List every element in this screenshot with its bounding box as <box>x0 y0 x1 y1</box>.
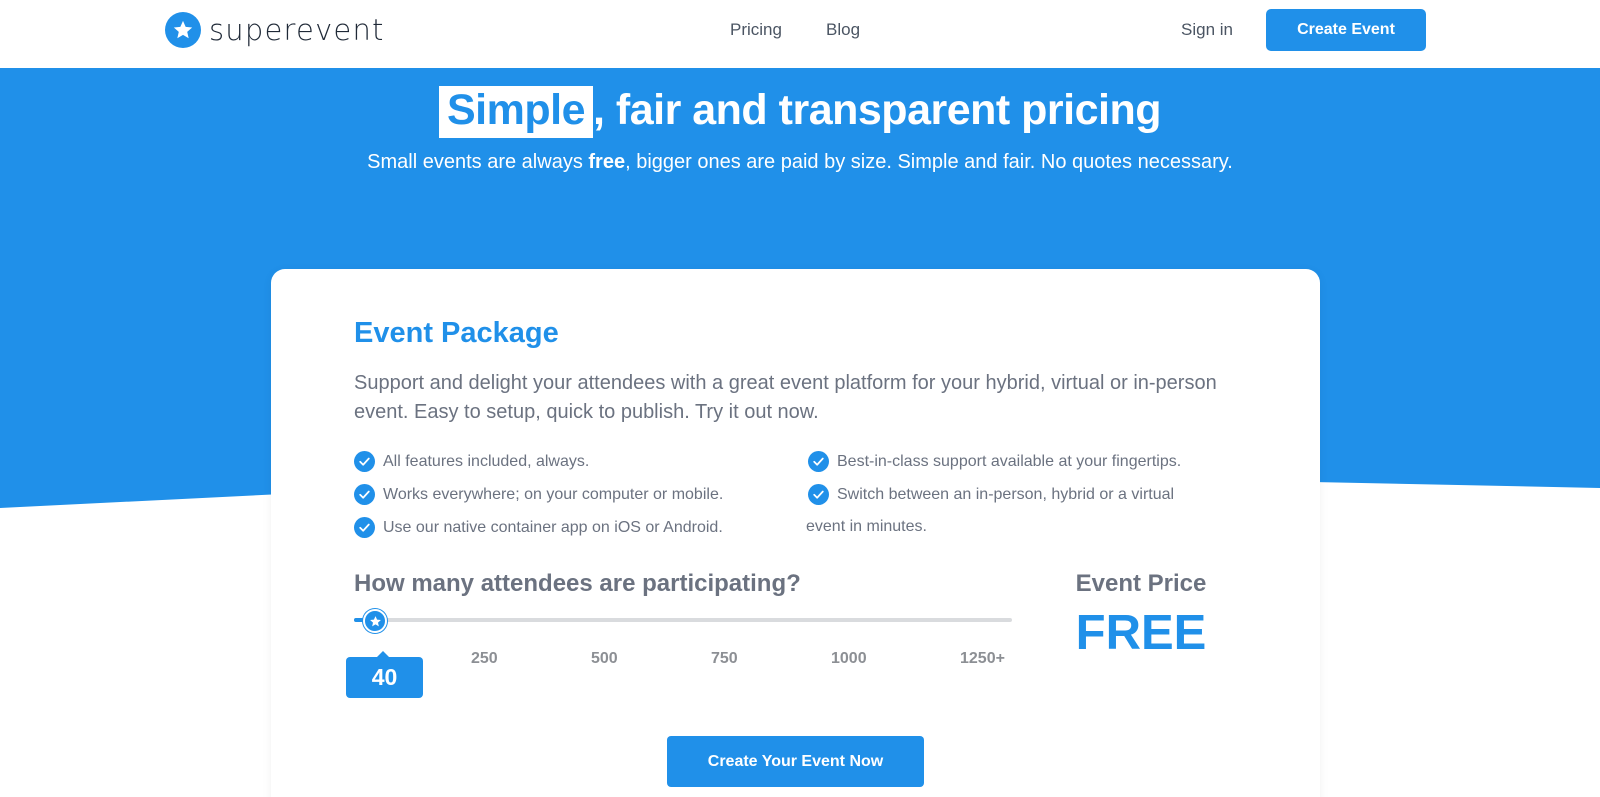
attendees-slider-handle[interactable] <box>363 609 388 633</box>
subtitle-bold: free <box>588 151 626 173</box>
attendees-slider-track[interactable] <box>354 618 1012 622</box>
event-price-value: FREE <box>1075 606 1207 660</box>
check-circle-icon <box>354 517 375 538</box>
nav-pricing[interactable]: Pricing <box>730 20 782 40</box>
feature-text: Use our native container app on iOS or A… <box>383 518 723 536</box>
pricing-card: Event Package Support and delight your a… <box>271 269 1320 797</box>
feature-item: All features included, always. <box>354 451 589 472</box>
feature-text: Switch between an in-person, hybrid or a… <box>837 485 1175 503</box>
feature-text: Best-in-class support available at your … <box>837 452 1182 470</box>
attendees-question: How many attendees are participating? <box>354 570 801 597</box>
create-your-event-button[interactable]: Create Your Event Now <box>667 736 924 787</box>
subtitle-pre: Small events are always <box>367 151 589 173</box>
check-circle-icon <box>354 451 375 472</box>
package-title: Event Package <box>354 317 559 349</box>
page-subtitle: Small events are always free, bigger one… <box>0 151 1600 174</box>
page-title: Simple, fair and transparent pricing <box>0 86 1600 138</box>
star-icon <box>369 615 381 626</box>
slider-tick-label: 1000 <box>831 650 867 667</box>
create-event-button[interactable]: Create Event <box>1266 9 1426 51</box>
event-price-label: Event Price <box>1075 570 1207 597</box>
nav-blog[interactable]: Blog <box>826 20 860 40</box>
feature-text: All features included, always. <box>383 452 590 470</box>
title-rest: , fair and transparent pricing <box>593 86 1162 134</box>
feature-text-continuation: event in minutes. <box>806 518 927 535</box>
slider-tick-label: 250 <box>471 650 498 667</box>
slider-value-badge: 40 <box>346 651 423 698</box>
feature-item: Use our native container app on iOS or A… <box>354 517 723 538</box>
check-circle-icon <box>808 451 829 472</box>
feature-text: Works everywhere; on your computer or mo… <box>383 485 724 503</box>
star-icon <box>165 12 201 48</box>
logo-text: superevent <box>209 13 385 47</box>
slider-tick-label: 1250+ <box>960 650 1005 667</box>
check-circle-icon <box>354 484 375 505</box>
nav-sign-in[interactable]: Sign in <box>1181 20 1233 40</box>
feature-item: Switch between an in-person, hybrid or a… <box>808 484 1174 505</box>
slider-tick-label: 750 <box>711 650 738 667</box>
feature-item: Best-in-class support available at your … <box>808 451 1181 472</box>
package-description: Support and delight your attendees with … <box>354 372 1217 423</box>
check-circle-icon <box>808 484 829 505</box>
logo[interactable]: superevent <box>165 12 385 48</box>
title-highlight: Simple <box>439 86 593 138</box>
subtitle-post: , bigger ones are paid by size. Simple a… <box>625 151 1233 173</box>
feature-item: Works everywhere; on your computer or mo… <box>354 484 723 505</box>
site-header: superevent Pricing Blog Sign in Create E… <box>0 0 1600 68</box>
slider-tick-label: 500 <box>591 650 618 667</box>
